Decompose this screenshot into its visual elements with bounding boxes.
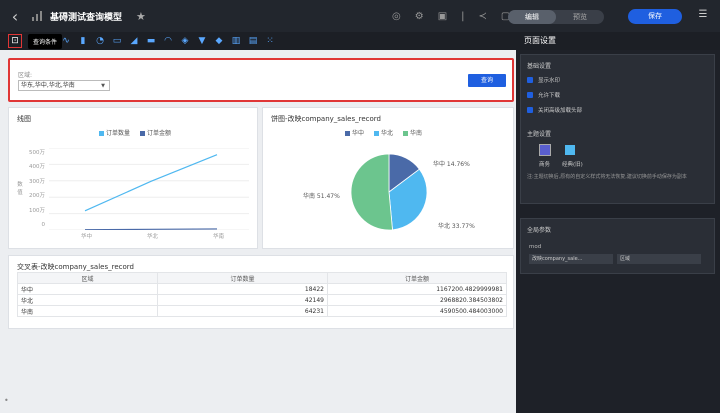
y-tick: 100万 bbox=[29, 207, 45, 214]
gear-icon[interactable]: ⚙ bbox=[415, 11, 424, 22]
mode-switch[interactable]: 编辑 预览 bbox=[508, 10, 604, 24]
query-button[interactable]: 查询 bbox=[468, 74, 506, 87]
filter-panel[interactable]: 区域: 华东,华中,华北,华南 ▼ 查询 bbox=[8, 58, 514, 102]
section-title: 基础设置 bbox=[527, 63, 552, 70]
radar-icon[interactable]: ◈ bbox=[180, 36, 190, 46]
theme-business-swatch[interactable] bbox=[539, 144, 551, 156]
legend-item: 华北 bbox=[374, 128, 393, 137]
panel-title: 线图 bbox=[17, 115, 31, 123]
region-select-value: 华东,华中,华北,华南 bbox=[21, 82, 75, 89]
table-row: 华南 64231 4590500.484003000 bbox=[17, 305, 507, 317]
param-name: mod bbox=[529, 244, 542, 250]
watermark-checkbox[interactable]: 显示水印 bbox=[527, 76, 708, 84]
pie-label: 华中 14.76% bbox=[433, 160, 470, 168]
theme-note: 注:主题切换后,原有的自定义样式将无法恢复,建议切换前手动保存为副本 bbox=[527, 174, 687, 180]
star-icon[interactable]: ★ bbox=[136, 10, 146, 23]
region-select[interactable]: 华东,华中,华北,华南 ▼ bbox=[18, 80, 110, 91]
col-header: 订单金额 bbox=[327, 272, 507, 284]
detail-table-icon[interactable]: ▤ bbox=[248, 36, 258, 46]
scatter-icon[interactable]: ⁙ bbox=[265, 36, 275, 46]
download-checkbox[interactable]: 允许下载 bbox=[527, 91, 708, 99]
menu-icon[interactable]: ☰ bbox=[694, 9, 712, 24]
pie-chart-icon[interactable]: ◔ bbox=[95, 36, 105, 46]
chart-icon bbox=[32, 11, 42, 21]
pie-slice-2 bbox=[350, 153, 393, 231]
legend-item: 华中 bbox=[345, 128, 364, 137]
y-axis-label: 数值 bbox=[17, 182, 23, 196]
share-icon[interactable]: ≺ bbox=[479, 11, 487, 22]
legend-item: 华南 bbox=[403, 128, 422, 137]
filter-label: 区域: bbox=[18, 72, 33, 79]
pie-chart: 华中 14.76% 华北 33.77% 华南 51.47% bbox=[303, 153, 475, 231]
tooltip: 查询条件 bbox=[28, 34, 63, 49]
series-line-1 bbox=[84, 154, 218, 212]
bar-chart-icon[interactable]: ▮ bbox=[78, 36, 88, 46]
y-tick: 500万 bbox=[29, 150, 45, 156]
y-axis-ticks: 500万 400万 300万 200万 100万 0 bbox=[23, 146, 45, 232]
table-row: 华中 18422 1167200.4829999981 bbox=[17, 283, 507, 295]
panel-title: 饼图-改映company_sales_record bbox=[271, 115, 381, 123]
app-title: 基碍测试查询模型 bbox=[50, 12, 123, 23]
line-legend: 订单数量 订单金额 bbox=[99, 128, 171, 137]
panel-title: 交叉表-改映company_sales_record bbox=[17, 263, 134, 271]
col-header: 区域 bbox=[17, 272, 158, 284]
lock-icon[interactable]: ◎ bbox=[392, 11, 401, 22]
table-row: 华北 42149 2968820.384503802 bbox=[17, 294, 507, 306]
sidebar-title: 页面设置 bbox=[516, 32, 720, 50]
footer-icon: • bbox=[4, 396, 9, 405]
basic-settings: 基础设置 显示水印 允许下载 关闭高级加载头部 主题设置 商务 经典(旧) 注:主… bbox=[520, 54, 715, 204]
back-icon[interactable]: ‹ bbox=[0, 0, 30, 32]
col-header: 订单数量 bbox=[157, 272, 328, 284]
pie-label: 华北 33.77% bbox=[438, 222, 475, 230]
theme-classic-swatch[interactable] bbox=[565, 145, 575, 155]
y-tick: 300万 bbox=[29, 178, 45, 185]
cross-table-panel[interactable]: 交叉表-改映company_sales_record 区域 订单数量 订单金额 … bbox=[8, 255, 514, 329]
cross-table: 区域 订单数量 订单金额 华中 18422 1167200.4829999981 华… bbox=[17, 272, 507, 317]
y-tick: 0 bbox=[41, 222, 46, 229]
save-button[interactable]: 保存 bbox=[628, 9, 682, 24]
pie-chart-panel[interactable]: 饼图-改映company_sales_record 华中 华北 华南 华中 14… bbox=[262, 107, 514, 249]
y-tick: 200万 bbox=[29, 193, 45, 200]
theme-options bbox=[539, 144, 714, 156]
line-chart-panel[interactable]: 线图 订单数量 订单金额 500万 400万 300万 200万 100万 0 数值 华中… bbox=[8, 107, 258, 249]
map-icon[interactable]: ◆ bbox=[214, 36, 224, 46]
gauge-icon[interactable]: ◠ bbox=[163, 36, 173, 46]
param-field[interactable]: 改映company_sale... bbox=[529, 254, 613, 264]
funnel-icon[interactable]: ▼ bbox=[197, 36, 207, 46]
legend-item: 订单金额 bbox=[140, 128, 171, 137]
theme-labels: 商务 经典(旧) bbox=[539, 162, 583, 168]
component-toolbar: ⊡ ▤ ▦ ∿ ▮ ◔ ▭ ◢ ▬ ◠ ◈ ▼ ◆ ▥ ▤ ⁙ bbox=[0, 32, 516, 50]
x-tick: 华南 bbox=[213, 234, 225, 240]
pie-label: 华南 51.47% bbox=[303, 192, 340, 200]
param-target[interactable]: 区域 bbox=[617, 254, 701, 264]
cross-table-icon[interactable]: ▥ bbox=[231, 36, 241, 46]
line-chart bbox=[49, 148, 249, 230]
query-condition-icon[interactable]: ⊡ bbox=[8, 34, 22, 48]
section-title: 全局参数 bbox=[527, 227, 552, 234]
chevron-down-icon: ▼ bbox=[101, 83, 105, 89]
export-icon[interactable]: ▣ bbox=[438, 11, 447, 22]
global-params: 全局参数 mod 改映company_sale... 区域 bbox=[520, 218, 715, 274]
table-icon[interactable]: ▭ bbox=[112, 36, 122, 46]
edit-mode[interactable]: 编辑 bbox=[508, 10, 556, 24]
kpi-icon[interactable]: ▬ bbox=[146, 36, 156, 46]
top-bar: ‹ 基碍测试查询模型 ★ ◎ ⚙ ▣ | ≺ ▢ 编辑 预览 保存 ☰ bbox=[0, 0, 720, 32]
divider: | bbox=[461, 10, 465, 22]
combo-chart-icon[interactable]: ◢ bbox=[129, 36, 139, 46]
y-tick: 400万 bbox=[29, 164, 45, 171]
theme-title: 主题设置 bbox=[527, 131, 552, 138]
preview-mode[interactable]: 预览 bbox=[556, 12, 604, 22]
line-chart-icon[interactable]: ∿ bbox=[61, 36, 71, 46]
pie-legend: 华中 华北 华南 bbox=[345, 128, 422, 137]
header-checkbox[interactable]: 关闭高级加载头部 bbox=[527, 106, 708, 114]
series-line-0 bbox=[84, 228, 218, 230]
legend-item: 订单数量 bbox=[99, 128, 130, 137]
x-tick: 华中 bbox=[81, 234, 93, 240]
x-tick: 华北 bbox=[147, 234, 159, 240]
